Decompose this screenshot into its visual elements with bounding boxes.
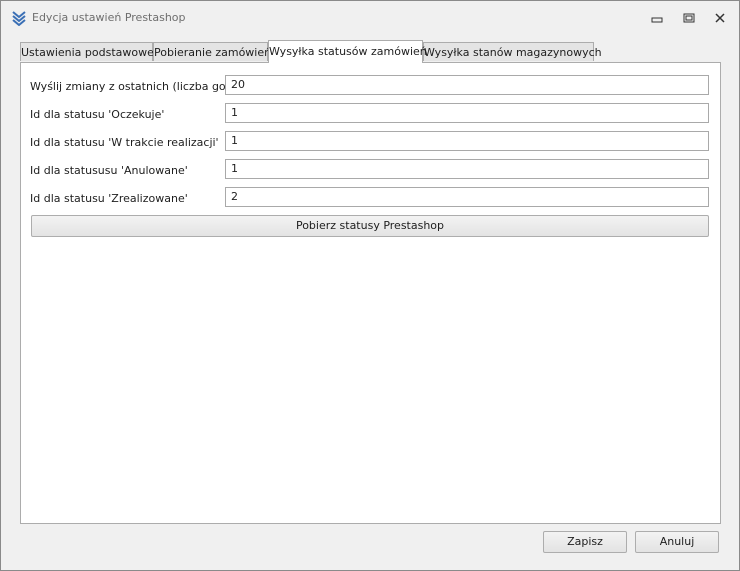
close-icon[interactable] bbox=[712, 10, 728, 26]
window-title: Edycja ustawień Prestashop bbox=[32, 11, 186, 24]
restore-icon[interactable] bbox=[681, 10, 697, 26]
tab-order-status-sending[interactable]: Wysyłka statusów zamówień bbox=[268, 40, 427, 63]
status-waiting-input[interactable]: 1 bbox=[225, 103, 709, 123]
save-button[interactable]: Zapisz bbox=[543, 531, 627, 553]
tab-basic-settings[interactable]: Ustawienia podstawowe bbox=[20, 42, 154, 61]
status-cancelled-input[interactable]: 1 bbox=[225, 159, 709, 179]
tab-order-download[interactable]: Pobieranie zamówień bbox=[153, 42, 271, 61]
tab-stock-sending[interactable]: Wysyłka stanów magazynowych bbox=[423, 42, 602, 61]
hours-label: Wyślij zmiany z ostatnich (liczba godzin… bbox=[30, 80, 253, 93]
title-bar: Edycja ustawień Prestashop bbox=[1, 1, 739, 35]
status-in-progress-input[interactable]: 1 bbox=[225, 131, 709, 151]
status-cancelled-label: Id dla statususu 'Anulowane' bbox=[30, 164, 188, 177]
status-completed-label: Id dla statusu 'Zrealizowane' bbox=[30, 192, 188, 205]
status-waiting-label: Id dla statusu 'Oczekuje' bbox=[30, 108, 165, 121]
status-in-progress-label: Id dla statusu 'W trakcie realizacji' bbox=[30, 136, 219, 149]
status-completed-input[interactable]: 2 bbox=[225, 187, 709, 207]
chevrons-down-icon bbox=[11, 10, 27, 27]
cancel-button[interactable]: Anuluj bbox=[635, 531, 719, 553]
tab-panel: Wyślij zmiany z ostatnich (liczba godzin… bbox=[20, 62, 721, 524]
fetch-statuses-button[interactable]: Pobierz statusy Prestashop bbox=[31, 215, 709, 237]
hours-input[interactable]: 20 bbox=[225, 75, 709, 95]
minimize-icon[interactable] bbox=[649, 10, 665, 26]
settings-window: Edycja ustawień Prestashop Ustawienia po… bbox=[0, 0, 740, 571]
